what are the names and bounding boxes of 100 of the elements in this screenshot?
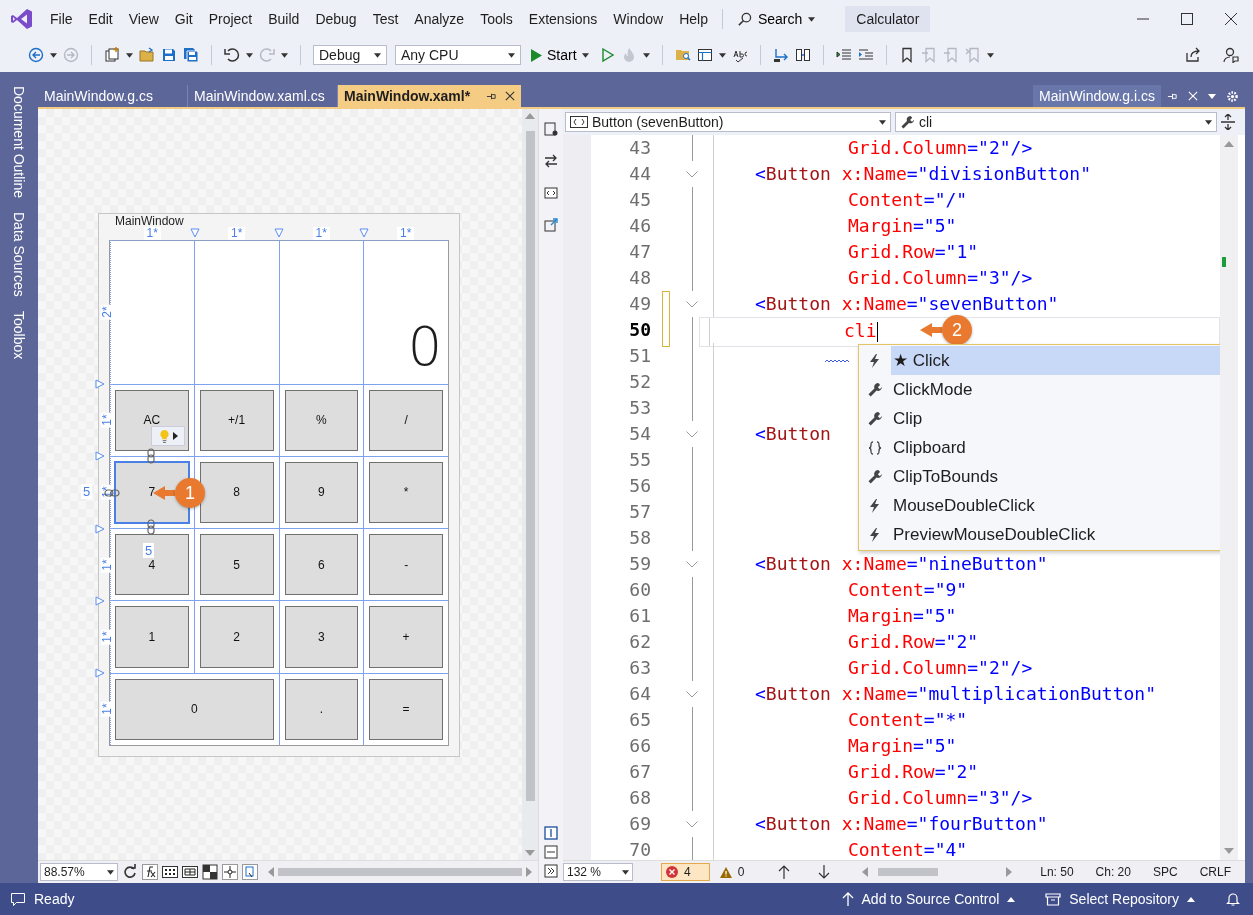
row-size-label[interactable]: 1* <box>100 412 113 428</box>
calculator-key[interactable]: 3 <box>284 606 359 668</box>
search-button[interactable]: Search <box>728 8 824 30</box>
row-size-label[interactable]: 1* <box>100 629 113 645</box>
calculator-key[interactable]: 5 <box>199 534 274 596</box>
start-button[interactable]: Start <box>527 45 593 65</box>
open-folder-icon[interactable] <box>139 47 155 63</box>
calculator-key[interactable]: 2 <box>199 606 274 668</box>
new-project-icon[interactable] <box>104 47 120 63</box>
insert-comment-icon[interactable] <box>772 47 789 63</box>
calculator-key[interactable]: - <box>369 534 443 596</box>
caret-icon[interactable] <box>642 52 650 58</box>
grid-marker-icon[interactable] <box>95 379 105 390</box>
feedback-icon[interactable] <box>1223 47 1239 63</box>
line-indicator[interactable]: Ln: 50 <box>1040 865 1074 879</box>
menu-item[interactable]: Analyze <box>406 8 473 30</box>
close-icon[interactable] <box>505 91 516 101</box>
tool-window-tab[interactable]: Data Sources <box>11 210 27 299</box>
bell-icon[interactable] <box>1225 891 1241 907</box>
preview-tab[interactable]: MainWindow.g.i.cs <box>1033 85 1161 107</box>
dropdown-icon[interactable] <box>1208 93 1216 99</box>
menu-item[interactable]: Window <box>605 8 672 30</box>
grid-marker-icon[interactable] <box>95 667 105 678</box>
quick-actions-button[interactable] <box>151 426 185 446</box>
caret-icon[interactable] <box>106 869 114 875</box>
caret-icon[interactable] <box>622 869 629 875</box>
caret-icon[interactable] <box>126 52 133 58</box>
menu-item[interactable]: Git <box>166 8 201 30</box>
row-size-label[interactable]: 1* <box>100 701 113 717</box>
completion-item[interactable]: Clip <box>891 404 1220 433</box>
menu-item[interactable]: Build <box>260 8 308 30</box>
completion-item[interactable]: PreviewMouseDoubleClick <box>891 520 1220 549</box>
completion-item[interactable]: ClipToBounds <box>891 462 1220 491</box>
link-icon[interactable] <box>147 448 155 464</box>
platform-dropdown[interactable]: Any CPU <box>395 45 521 65</box>
snap-icon[interactable] <box>221 864 238 880</box>
menu-item[interactable]: Project <box>200 8 261 30</box>
app-logo[interactable] <box>10 7 34 31</box>
caret-icon[interactable] <box>50 52 57 58</box>
grid-icon[interactable] <box>161 864 178 880</box>
row-size-label[interactable]: 1* <box>100 556 113 573</box>
calculator-key[interactable]: 6 <box>284 534 359 596</box>
tool-window-tab[interactable]: Document Outline <box>11 84 27 201</box>
column-size-label[interactable]: 1* <box>228 226 246 240</box>
grid-marker-icon[interactable] <box>95 451 105 462</box>
collapse-icon[interactable] <box>686 820 698 828</box>
split-editor-icon[interactable] <box>1221 114 1235 130</box>
swap-icon[interactable] <box>543 153 559 169</box>
save-all-icon[interactable] <box>183 47 199 63</box>
zoom-dropdown[interactable]: 132 % <box>563 863 633 881</box>
calculator-key[interactable]: +/1 <box>199 389 274 451</box>
calculator-key[interactable]: . <box>284 678 359 740</box>
calculator-key[interactable]: / <box>369 389 443 451</box>
column-size-label[interactable]: 1* <box>397 226 415 240</box>
column-indicator[interactable]: Ch: 20 <box>1095 865 1131 879</box>
configuration-dropdown[interactable]: Debug <box>313 45 387 65</box>
error-count[interactable]: 4 <box>661 863 710 881</box>
caret-icon[interactable] <box>718 52 726 58</box>
grid-marker-icon[interactable] <box>274 228 284 238</box>
source-control-button[interactable]: Add to Source Control <box>841 891 1016 907</box>
calculator-key[interactable]: % <box>284 389 359 451</box>
completion-item[interactable]: ClickMode <box>891 375 1220 404</box>
outdent-icon[interactable] <box>835 47 852 63</box>
folder-search-icon[interactable] <box>674 47 691 63</box>
caret-icon[interactable] <box>246 52 253 58</box>
window-layout-icon[interactable] <box>696 47 713 63</box>
completion-item[interactable]: MouseDoubleClick <box>891 491 1220 520</box>
caret-icon[interactable] <box>374 52 381 58</box>
popout-icon[interactable] <box>543 217 559 233</box>
maximize-icon[interactable] <box>1181 13 1193 25</box>
calculator-key[interactable]: 9 <box>284 461 359 524</box>
document-tab[interactable]: MainWindow.g.cs <box>38 85 188 107</box>
grid-marker-icon[interactable] <box>95 523 105 534</box>
calculator-key[interactable]: 8 <box>199 461 274 524</box>
column-size-label[interactable]: 1* <box>312 226 330 240</box>
calculator-key[interactable]: + <box>369 606 443 668</box>
collapse-icon[interactable] <box>686 560 698 568</box>
grid-marker-icon[interactable] <box>358 228 369 238</box>
arrow-up-icon[interactable] <box>778 865 791 879</box>
completion-item[interactable]: ★ Click <box>891 346 1220 375</box>
expand-pane-icon[interactable] <box>543 863 559 879</box>
grid-marker-icon[interactable] <box>95 595 105 606</box>
indent-icon[interactable] <box>857 47 874 63</box>
grid-lines-icon[interactable] <box>181 864 198 880</box>
menu-item[interactable]: Extensions <box>520 8 606 30</box>
caret-icon[interactable] <box>508 52 515 58</box>
collapse-icon[interactable] <box>686 300 698 308</box>
arrow-down-icon[interactable] <box>818 865 831 879</box>
document-tab[interactable]: MainWindow.xaml* <box>338 85 522 107</box>
member-dropdown[interactable]: cli <box>895 112 1217 132</box>
close-icon[interactable] <box>1225 13 1237 25</box>
save-icon[interactable] <box>161 47 177 63</box>
link-icon[interactable] <box>147 519 155 535</box>
share-icon[interactable] <box>1185 47 1201 63</box>
calculator-key[interactable]: 1 <box>115 606 189 668</box>
checkerboard-icon[interactable] <box>201 864 218 880</box>
zoom-dropdown[interactable]: 88.57% <box>40 863 118 881</box>
element-dropdown[interactable]: Button (sevenButton) <box>565 112 891 132</box>
caret-icon[interactable] <box>1205 119 1212 125</box>
caret-icon[interactable] <box>808 16 816 22</box>
